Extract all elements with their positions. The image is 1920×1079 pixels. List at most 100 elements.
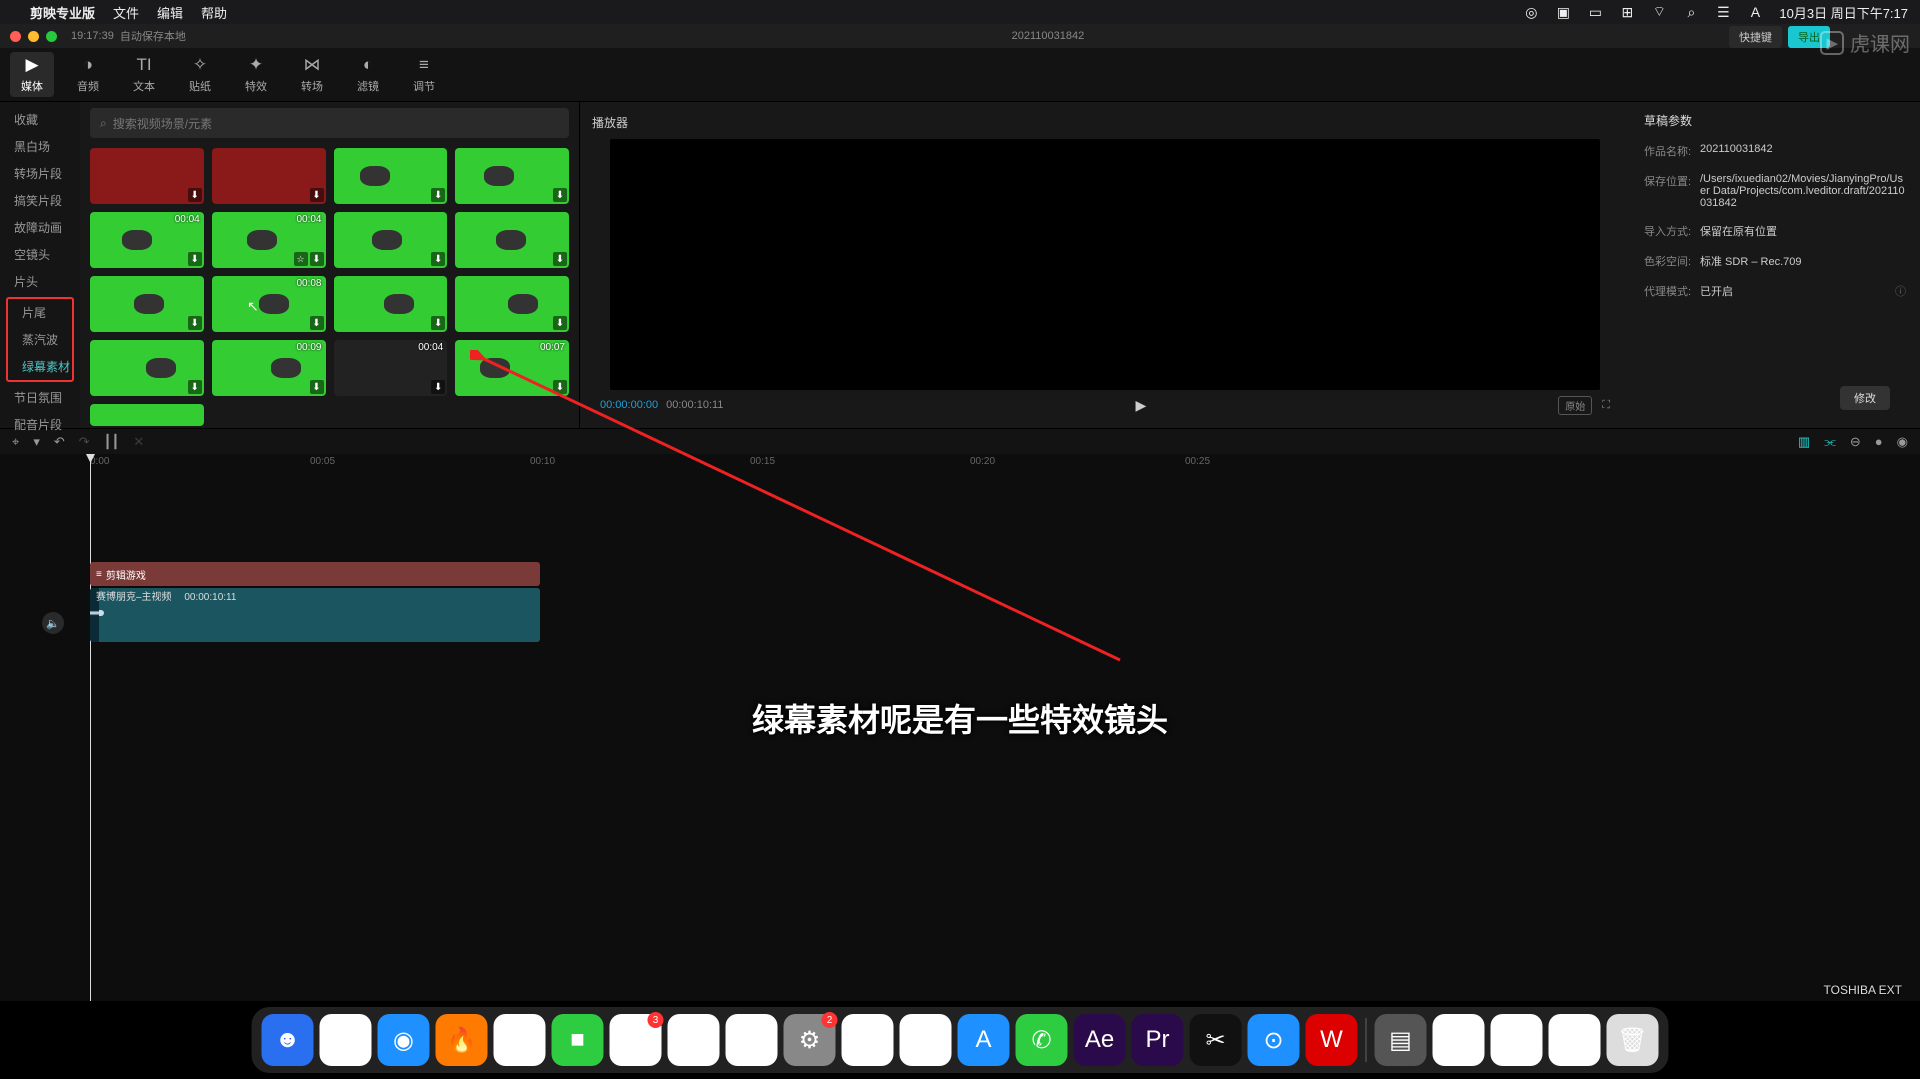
asset-thumb[interactable]: 00:04⬇ [334, 340, 448, 396]
download-icon[interactable]: ⬇ [431, 380, 445, 394]
playhead[interactable] [90, 454, 91, 1001]
asset-thumb[interactable]: 00:07⬇ [455, 340, 569, 396]
redo-icon[interactable]: ↷ [79, 434, 90, 450]
sidebar-item[interactable]: 黑白场 [0, 133, 80, 160]
tab-贴纸[interactable]: ✧贴纸 [178, 52, 222, 97]
download-icon[interactable]: ⬇ [431, 188, 445, 202]
download-icon[interactable]: ⬇ [310, 380, 324, 394]
grid-icon[interactable]: ⊞ [1619, 4, 1635, 20]
download-icon[interactable]: ⬇ [310, 188, 324, 202]
sidebar-item[interactable]: 搞笑片段 [0, 187, 80, 214]
dock-app-icon[interactable]: ◉ [378, 1014, 430, 1066]
input-icon[interactable]: A [1747, 4, 1763, 20]
tab-媒体[interactable]: ▶媒体 [10, 52, 54, 97]
dock-app-icon[interactable]: 🗑 [1607, 1014, 1659, 1066]
sidebar-item[interactable]: 转场片段 [0, 160, 80, 187]
dock-app-icon[interactable]: Pr [1132, 1014, 1184, 1066]
asset-thumb[interactable]: ⬇ [455, 212, 569, 268]
tab-转场[interactable]: ⋈转场 [290, 52, 334, 97]
title-track[interactable]: ≡ 剪辑游戏 [90, 562, 540, 586]
dock-app-icon[interactable]: ✿ [494, 1014, 546, 1066]
tab-滤镜[interactable]: ◐滤镜 [346, 52, 390, 97]
asset-thumb[interactable]: ⬇ [334, 276, 448, 332]
search-input[interactable]: ⌕ 搜索视频场景/元素 [90, 108, 569, 138]
split-icon[interactable]: ┃┃ [104, 434, 120, 450]
video-preview[interactable] [610, 139, 1600, 390]
dock-app-icon[interactable]: ✆ [1016, 1014, 1068, 1066]
dock-app-icon[interactable]: ▦ [726, 1014, 778, 1066]
sidebar-item[interactable]: 收藏 [0, 106, 80, 133]
magnet-icon[interactable]: ⫘ [1824, 434, 1836, 450]
sidebar-item[interactable]: 空镜头 [0, 241, 80, 268]
menu-edit[interactable]: 编辑 [157, 3, 183, 22]
traffic-lights[interactable] [10, 31, 57, 42]
play-button[interactable]: ▶ [1135, 397, 1146, 414]
download-icon[interactable]: ⬇ [310, 316, 324, 330]
sidebar-item[interactable]: 节日氛围 [0, 384, 80, 411]
asset-thumb[interactable]: 00:04⬇☆ [212, 212, 326, 268]
tab-调节[interactable]: ≡调节 [402, 52, 446, 97]
asset-thumb[interactable] [90, 404, 204, 426]
menu-help[interactable]: 帮助 [201, 3, 227, 22]
asset-thumb[interactable]: 00:09⬇ [212, 340, 326, 396]
dock-app-icon[interactable]: ⊞ [320, 1014, 372, 1066]
dock-app-icon[interactable]: 🔥 [436, 1014, 488, 1066]
ratio-button[interactable]: 原始 [1558, 396, 1592, 415]
control-center-icon[interactable]: ☰ [1715, 4, 1731, 20]
close-button[interactable] [10, 31, 21, 42]
download-icon[interactable]: ⬇ [188, 380, 202, 394]
asset-thumb[interactable]: ⬇ [334, 148, 448, 204]
download-icon[interactable]: ⬇ [188, 316, 202, 330]
sidebar-item[interactable]: 故障动画 [0, 214, 80, 241]
asset-thumb[interactable]: 00:08⬇ [212, 276, 326, 332]
maximize-button[interactable] [46, 31, 57, 42]
screen-icon[interactable]: ▭ [1587, 4, 1603, 20]
tab-文本[interactable]: TI文本 [122, 52, 166, 97]
dock-app-icon[interactable]: ✎ [900, 1014, 952, 1066]
app-name[interactable]: 剪映专业版 [30, 3, 95, 22]
dock-app-icon[interactable]: ▭ [1549, 1014, 1601, 1066]
shortcut-button[interactable]: 快捷键 [1729, 26, 1782, 48]
asset-thumb[interactable]: ⬇ [90, 340, 204, 396]
time-ruler[interactable]: 0:0000:0500:1000:1500:2000:25 [0, 454, 1920, 472]
menubar-datetime[interactable]: 10月3日 周日下午7:17 [1779, 3, 1908, 22]
zoom-out-icon[interactable]: ⊖ [1850, 434, 1861, 450]
menu-file[interactable]: 文件 [113, 3, 139, 22]
dock-app-icon[interactable]: ▭ [1433, 1014, 1485, 1066]
dock-app-icon[interactable]: ■ [552, 1014, 604, 1066]
select-tool-icon[interactable]: ⌖ [12, 434, 19, 450]
dropdown-icon[interactable]: ▾ [33, 434, 40, 450]
dock-app-icon[interactable]: ☻ [262, 1014, 314, 1066]
zoom-slider[interactable]: ● [1875, 434, 1883, 449]
zoom-fit-icon[interactable]: ◉ [1897, 434, 1908, 450]
dock-app-icon[interactable]: W [1306, 1014, 1358, 1066]
spotlight-icon[interactable]: ⌕ [1683, 4, 1699, 20]
wifi-icon[interactable]: ⌔ [1651, 4, 1667, 20]
status-icon[interactable]: ▣ [1555, 4, 1571, 20]
download-icon[interactable]: ⬇ [553, 380, 567, 394]
dock-app-icon[interactable]: ✂ [1190, 1014, 1242, 1066]
video-track[interactable]: 赛博朋克–主视频 00:00:10:11 [90, 588, 540, 642]
delete-icon[interactable]: ✕ [133, 434, 144, 450]
undo-icon[interactable]: ↶ [54, 434, 65, 450]
sidebar-item[interactable]: 绿幕素材 [8, 353, 72, 380]
minimize-button[interactable] [28, 31, 39, 42]
dock-app-icon[interactable]: ▤ [1375, 1014, 1427, 1066]
asset-thumb[interactable]: ⬇ [212, 148, 326, 204]
dock-app-icon[interactable]: ▭ [1491, 1014, 1543, 1066]
dock-app-icon[interactable]: A [958, 1014, 1010, 1066]
download-icon[interactable]: ⬇ [553, 188, 567, 202]
asset-thumb[interactable]: ⬇ [90, 276, 204, 332]
mute-button[interactable]: 🔈 [42, 612, 64, 634]
download-icon[interactable]: ⬇ [188, 188, 202, 202]
modify-button[interactable]: 修改 [1840, 386, 1890, 410]
fullscreen-icon[interactable]: ⛶ [1602, 399, 1610, 412]
status-icon[interactable]: ◎ [1523, 4, 1539, 20]
download-icon[interactable]: ⬇ [431, 316, 445, 330]
asset-thumb[interactable]: ⬇ [455, 276, 569, 332]
download-icon[interactable]: ⬇ [553, 316, 567, 330]
tab-音频[interactable]: ◑音频 [66, 52, 110, 97]
snap-icon[interactable]: ▥ [1798, 434, 1810, 450]
tab-特效[interactable]: ✦特效 [234, 52, 278, 97]
asset-thumb[interactable]: ⬇ [455, 148, 569, 204]
